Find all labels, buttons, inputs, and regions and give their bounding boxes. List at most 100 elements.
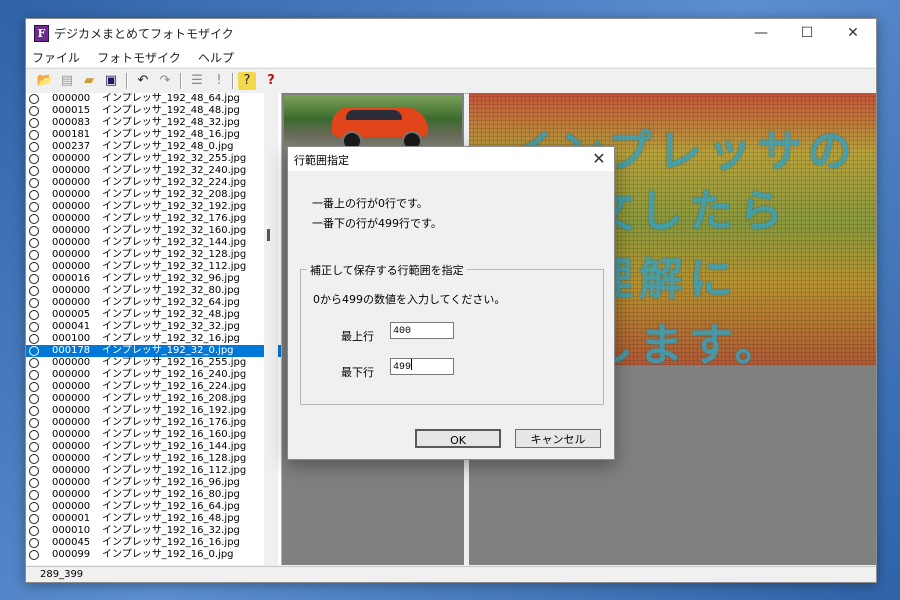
save-icon[interactable]: ▣	[102, 72, 120, 90]
radio-icon[interactable]	[29, 406, 39, 416]
radio-icon[interactable]	[29, 118, 39, 128]
radio-icon[interactable]	[29, 142, 39, 152]
radio-icon[interactable]	[29, 94, 39, 104]
list-item[interactable]: 000000 インプレッサ_192_16_64.jpg	[26, 501, 281, 513]
list-item[interactable]: 000000 インプレッサ_192_16_160.jpg	[26, 429, 281, 441]
list-item[interactable]: 000000 インプレッサ_192_16_128.jpg	[26, 453, 281, 465]
redo-icon[interactable]: ↷	[156, 72, 174, 90]
list-item[interactable]: 000000 インプレッサ_192_32_112.jpg	[26, 261, 281, 273]
list-scrollbar[interactable]	[264, 93, 278, 565]
list-item[interactable]: 000000 インプレッサ_192_16_192.jpg	[26, 405, 281, 417]
radio-icon[interactable]	[29, 346, 39, 356]
radio-icon[interactable]	[29, 274, 39, 284]
list-item[interactable]: 000000 インプレッサ_192_16_144.jpg	[26, 441, 281, 453]
close-button[interactable]: ✕	[830, 19, 876, 47]
radio-icon[interactable]	[29, 286, 39, 296]
context-help-icon[interactable]: ?	[262, 72, 280, 90]
list-item[interactable]: 000015 インプレッサ_192_48_48.jpg	[26, 105, 281, 117]
radio-icon[interactable]	[29, 226, 39, 236]
radio-icon[interactable]	[29, 442, 39, 452]
list-item[interactable]: 000005 インプレッサ_192_32_48.jpg	[26, 309, 281, 321]
bottom-row-input[interactable]: 499	[390, 358, 454, 375]
title-bar[interactable]: F デジカメまとめてフォトモザイク — ☐ ✕	[26, 19, 876, 47]
minimize-button[interactable]: —	[738, 19, 784, 47]
list-item[interactable]: 000178 インプレッサ_192_32_0.jpg	[26, 345, 281, 357]
menu-photomosaic[interactable]: フォトモザイク	[91, 48, 187, 68]
open-file-icon[interactable]: 📂	[36, 72, 54, 90]
help-icon[interactable]: ?	[238, 72, 256, 90]
radio-icon[interactable]	[29, 502, 39, 512]
menu-file[interactable]: ファイル	[26, 48, 86, 68]
radio-icon[interactable]	[29, 166, 39, 176]
radio-icon[interactable]	[29, 382, 39, 392]
radio-icon[interactable]	[29, 370, 39, 380]
list-item[interactable]: 000045 インプレッサ_192_16_16.jpg	[26, 537, 281, 549]
exclamation-icon[interactable]: !	[210, 72, 228, 90]
folder-icon[interactable]: ▰	[80, 72, 98, 90]
radio-icon[interactable]	[29, 106, 39, 116]
list-item[interactable]: 000001 インプレッサ_192_16_48.jpg	[26, 513, 281, 525]
dialog-title-bar[interactable]: 行範囲指定 ✕	[288, 147, 614, 171]
file-list[interactable]: 000000 インプレッサ_192_48_64.jpg 000015 インプレッサ_1…	[26, 93, 282, 565]
radio-icon[interactable]	[29, 214, 39, 224]
list-item[interactable]: 000000 インプレッサ_192_32_224.jpg	[26, 177, 281, 189]
radio-icon[interactable]	[29, 262, 39, 272]
radio-icon[interactable]	[29, 310, 39, 320]
radio-icon[interactable]	[29, 550, 39, 560]
radio-icon[interactable]	[29, 454, 39, 464]
radio-icon[interactable]	[29, 190, 39, 200]
image-folder-icon[interactable]: ▤	[58, 72, 76, 90]
list-icon[interactable]: ☰	[188, 72, 206, 90]
menu-help[interactable]: ヘルプ	[192, 48, 240, 68]
radio-icon[interactable]	[29, 154, 39, 164]
list-item[interactable]: 000099 インプレッサ_192_16_0.jpg	[26, 549, 281, 561]
list-item[interactable]: 000000 インプレッサ_192_16_96.jpg	[26, 477, 281, 489]
radio-icon[interactable]	[29, 418, 39, 428]
ok-button[interactable]: OK	[415, 429, 501, 448]
list-item[interactable]: 000000 インプレッサ_192_16_224.jpg	[26, 381, 281, 393]
radio-icon[interactable]	[29, 514, 39, 524]
radio-icon[interactable]	[29, 358, 39, 368]
list-item[interactable]: 000000 インプレッサ_192_16_240.jpg	[26, 369, 281, 381]
list-item[interactable]: 000016 インプレッサ_192_32_96.jpg	[26, 273, 281, 285]
radio-icon[interactable]	[29, 238, 39, 248]
list-item[interactable]: 000000 インプレッサ_192_16_208.jpg	[26, 393, 281, 405]
list-item[interactable]: 000000 インプレッサ_192_16_255.jpg	[26, 357, 281, 369]
radio-icon[interactable]	[29, 130, 39, 140]
radio-icon[interactable]	[29, 490, 39, 500]
radio-icon[interactable]	[29, 202, 39, 212]
cancel-button[interactable]: キャンセル	[515, 429, 601, 448]
list-item[interactable]: 000000 インプレッサ_192_48_64.jpg	[26, 93, 281, 105]
list-item[interactable]: 000000 インプレッサ_192_32_240.jpg	[26, 165, 281, 177]
list-item[interactable]: 000000 インプレッサ_192_32_192.jpg	[26, 201, 281, 213]
list-item[interactable]: 000000 インプレッサ_192_32_64.jpg	[26, 297, 281, 309]
radio-icon[interactable]	[29, 334, 39, 344]
radio-icon[interactable]	[29, 478, 39, 488]
radio-icon[interactable]	[29, 538, 39, 548]
list-item[interactable]: 000083 インプレッサ_192_48_32.jpg	[26, 117, 281, 129]
radio-icon[interactable]	[29, 394, 39, 404]
list-item[interactable]: 000000 インプレッサ_192_32_128.jpg	[26, 249, 281, 261]
scrollbar-thumb[interactable]	[267, 229, 270, 241]
list-item[interactable]: 000100 インプレッサ_192_32_16.jpg	[26, 333, 281, 345]
list-item[interactable]: 000000 インプレッサ_192_32_80.jpg	[26, 285, 281, 297]
radio-icon[interactable]	[29, 250, 39, 260]
list-item[interactable]: 000000 インプレッサ_192_32_255.jpg	[26, 153, 281, 165]
radio-icon[interactable]	[29, 298, 39, 308]
radio-icon[interactable]	[29, 322, 39, 332]
maximize-button[interactable]: ☐	[784, 19, 830, 47]
list-item[interactable]: 000000 インプレッサ_192_32_176.jpg	[26, 213, 281, 225]
list-item[interactable]: 000000 インプレッサ_192_16_176.jpg	[26, 417, 281, 429]
list-item[interactable]: 000000 インプレッサ_192_32_208.jpg	[26, 189, 281, 201]
list-item[interactable]: 000010 インプレッサ_192_16_32.jpg	[26, 525, 281, 537]
list-item[interactable]: 000000 インプレッサ_192_16_80.jpg	[26, 489, 281, 501]
radio-icon[interactable]	[29, 466, 39, 476]
list-item[interactable]: 000237 インプレッサ_192_48_0.jpg	[26, 141, 281, 153]
list-item[interactable]: 000000 インプレッサ_192_32_144.jpg	[26, 237, 281, 249]
radio-icon[interactable]	[29, 526, 39, 536]
radio-icon[interactable]	[29, 430, 39, 440]
list-item[interactable]: 000000 インプレッサ_192_16_112.jpg	[26, 465, 281, 477]
radio-icon[interactable]	[29, 178, 39, 188]
undo-icon[interactable]: ↶	[134, 72, 152, 90]
dialog-close-button[interactable]: ✕	[588, 148, 610, 170]
